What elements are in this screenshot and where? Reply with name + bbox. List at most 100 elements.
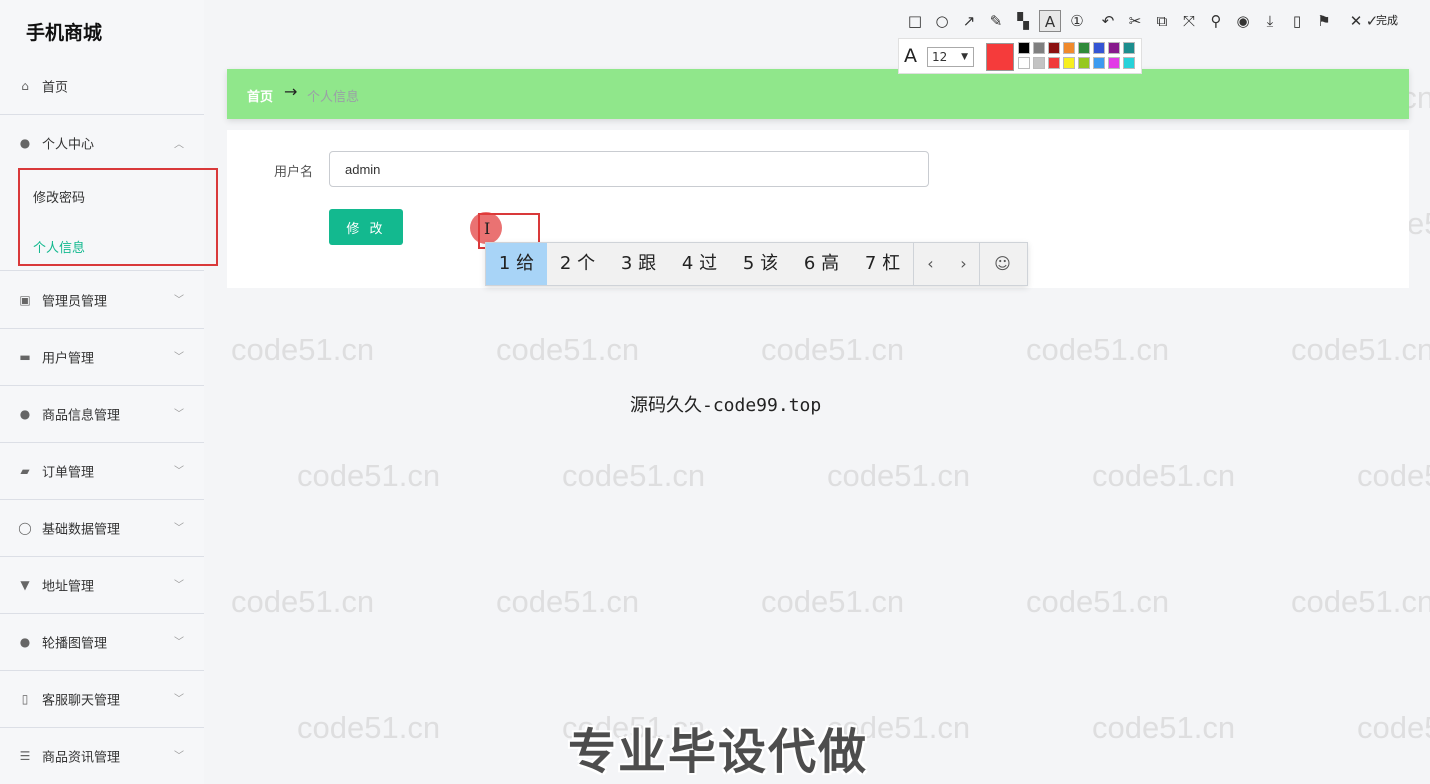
cut-icon[interactable]: ✂ — [1124, 10, 1146, 32]
ime-candidate[interactable]: 7 杠 — [852, 243, 913, 285]
app-title: 手机商城 — [26, 22, 103, 44]
download-icon[interactable]: ⤓ — [1259, 10, 1281, 32]
ime-candidate-bar: 1 给 2 个 3 跟 4 过 5 该 6 高 7 杠 ‹ › ☺ — [485, 242, 1028, 286]
watermark-text: code51.cn — [496, 584, 640, 619]
watermark-text: code51.cn — [1092, 710, 1236, 745]
next-page-icon[interactable]: › — [947, 243, 980, 285]
watermark-text: code51.cn — [231, 332, 375, 367]
sidebar-item-news-management[interactable]: ☰ 商品资讯管理 ﹀ — [0, 728, 204, 784]
color-swatch[interactable] — [1033, 42, 1045, 54]
sidebar-item-order-management[interactable]: ▰ 订单管理 ﹀ — [0, 443, 204, 500]
color-swatch[interactable] — [1093, 42, 1105, 54]
person-icon: ● — [19, 407, 31, 421]
translate-icon[interactable]: ⧉ — [1151, 10, 1173, 32]
undo-icon[interactable]: ↶ — [1097, 10, 1119, 32]
text-tool-icon[interactable]: A — [1039, 10, 1061, 32]
sidebar-item-label: 个人中心 — [42, 137, 95, 153]
bookmark-icon[interactable]: ⚑ — [1313, 10, 1335, 32]
rectangle-tool-icon[interactable]: □ — [904, 10, 926, 32]
sidebar-item-label: 商品资讯管理 — [42, 750, 121, 766]
ime-candidate[interactable]: 2 个 — [547, 243, 608, 285]
mosaic-tool-icon[interactable]: ▚ — [1012, 10, 1034, 32]
color-swatch[interactable] — [1093, 57, 1105, 69]
signpost-icon: ▼ — [20, 578, 30, 592]
color-swatch[interactable] — [1123, 57, 1135, 69]
sidebar-item-carousel-management[interactable]: ● 轮播图管理 ﹀ — [0, 614, 204, 671]
briefcase-icon: ▬ — [19, 350, 31, 364]
sidebar-subitem-personal-info[interactable]: 个人信息 — [33, 237, 85, 256]
close-icon[interactable]: ✕ — [1345, 10, 1367, 32]
sidebar-subitem-change-password[interactable]: 修改密码 — [33, 187, 85, 206]
watermark-text: code51.cn — [1092, 458, 1236, 493]
sidebar-item-label: 地址管理 — [42, 579, 95, 595]
sidebar-item-user-management[interactable]: ▬ 用户管理 ﹀ — [0, 329, 204, 386]
done-button[interactable]: 完成 — [1376, 12, 1398, 28]
color-swatch[interactable] — [1048, 57, 1060, 69]
home-icon: ⌂ — [21, 79, 29, 93]
sidebar-item-product-info-management[interactable]: ● 商品信息管理 ﹀ — [0, 386, 204, 443]
sidebar-item-label: 管理员管理 — [42, 294, 108, 310]
username-label: 用户名 — [274, 165, 314, 180]
sidebar-item-label: 商品信息管理 — [42, 408, 121, 424]
color-swatch[interactable] — [1018, 57, 1030, 69]
font-size-select[interactable]: 12 ▼ — [927, 47, 974, 67]
submit-button[interactable]: 修 改 — [329, 209, 403, 245]
ime-candidate[interactable]: 1 给 — [486, 243, 547, 285]
color-swatch[interactable] — [1123, 42, 1135, 54]
watermark-text: code51.cn — [827, 458, 971, 493]
username-input[interactable] — [329, 151, 929, 187]
chevron-down-icon: ﹀ — [174, 352, 184, 363]
text-tool-options: A 12 ▼ — [898, 38, 1142, 74]
chevron-down-icon: ﹀ — [174, 580, 184, 591]
breadcrumb-current: 个人信息 — [307, 90, 360, 105]
sidebar-item-chat-management[interactable]: ▯ 客服聊天管理 ﹀ — [0, 671, 204, 728]
color-swatch[interactable] — [1078, 57, 1090, 69]
pencil-tool-icon[interactable]: ✎ — [985, 10, 1007, 32]
chevron-down-icon: ﹀ — [174, 523, 184, 534]
record-icon[interactable]: ◉ — [1232, 10, 1254, 32]
number-tool-icon[interactable]: ① — [1066, 10, 1088, 32]
watermark-text: code51.cn — [297, 710, 441, 745]
color-swatch[interactable] — [1063, 57, 1075, 69]
clipboard-icon: ▣ — [19, 293, 31, 307]
arrow-tool-icon[interactable]: ↗ — [958, 10, 980, 32]
watermark-text: code51.cn — [1026, 584, 1170, 619]
pin-icon[interactable]: ⚲ — [1205, 10, 1227, 32]
sidebar-item-label: 轮播图管理 — [42, 636, 108, 652]
sidebar-item-admin-management[interactable]: ▣ 管理员管理 ﹀ — [0, 272, 204, 329]
color-swatch[interactable] — [1063, 42, 1075, 54]
ime-candidate[interactable]: 5 该 — [730, 243, 791, 285]
screenshot-toolbar: □ ○ ↗ ✎ ▚ A ① ↶ ✂ ⧉ ⤧ ⚲ ◉ ⤓ ▯ ⚑ ✕ ✓ 完成 — [898, 4, 1430, 38]
ime-candidate[interactable]: 3 跟 — [608, 243, 669, 285]
prev-page-icon[interactable]: ‹ — [914, 243, 947, 285]
sidebar-item-basic-data-management[interactable]: ◯ 基础数据管理 ﹀ — [0, 500, 204, 557]
color-swatch[interactable] — [1108, 57, 1120, 69]
sidebar-item-home[interactable]: ⌂ 首页 — [0, 58, 204, 115]
sidebar-item-label: 首页 — [42, 80, 69, 96]
current-color-swatch[interactable] — [986, 43, 1014, 71]
color-swatch[interactable] — [1108, 42, 1120, 54]
breadcrumb-separator: → — [284, 82, 298, 101]
mobile-icon: ▯ — [21, 692, 29, 706]
watermark-text: code51.cn — [1357, 710, 1430, 745]
emoji-icon[interactable]: ☺ — [986, 243, 1019, 285]
ime-candidate[interactable]: 6 高 — [791, 243, 852, 285]
watermark-text: code51.cn — [1357, 458, 1430, 493]
phone-icon[interactable]: ▯ — [1286, 10, 1308, 32]
color-swatch[interactable] — [1033, 57, 1045, 69]
ellipse-tool-icon[interactable]: ○ — [931, 10, 953, 32]
chevron-down-icon: ﹀ — [174, 409, 184, 420]
menu-icon: ☰ — [19, 749, 31, 763]
chevron-down-icon: ﹀ — [174, 637, 184, 648]
color-swatch[interactable] — [1078, 42, 1090, 54]
ime-candidate[interactable]: 4 过 — [669, 243, 730, 285]
watermark-text: code51.cn — [496, 332, 640, 367]
sidebar-item-label: 基础数据管理 — [42, 522, 121, 538]
sidebar-item-personal-center[interactable]: ● 个人中心 ︿ 修改密码 个人信息 — [0, 115, 204, 271]
breadcrumb-home[interactable]: 首页 — [247, 86, 273, 105]
watermark-text: code51.cn — [1291, 584, 1430, 619]
color-swatch[interactable] — [1048, 42, 1060, 54]
color-swatch[interactable] — [1018, 42, 1030, 54]
expand-icon[interactable]: ⤧ — [1178, 10, 1200, 32]
sidebar-item-address-management[interactable]: ▼ 地址管理 ﹀ — [0, 557, 204, 614]
